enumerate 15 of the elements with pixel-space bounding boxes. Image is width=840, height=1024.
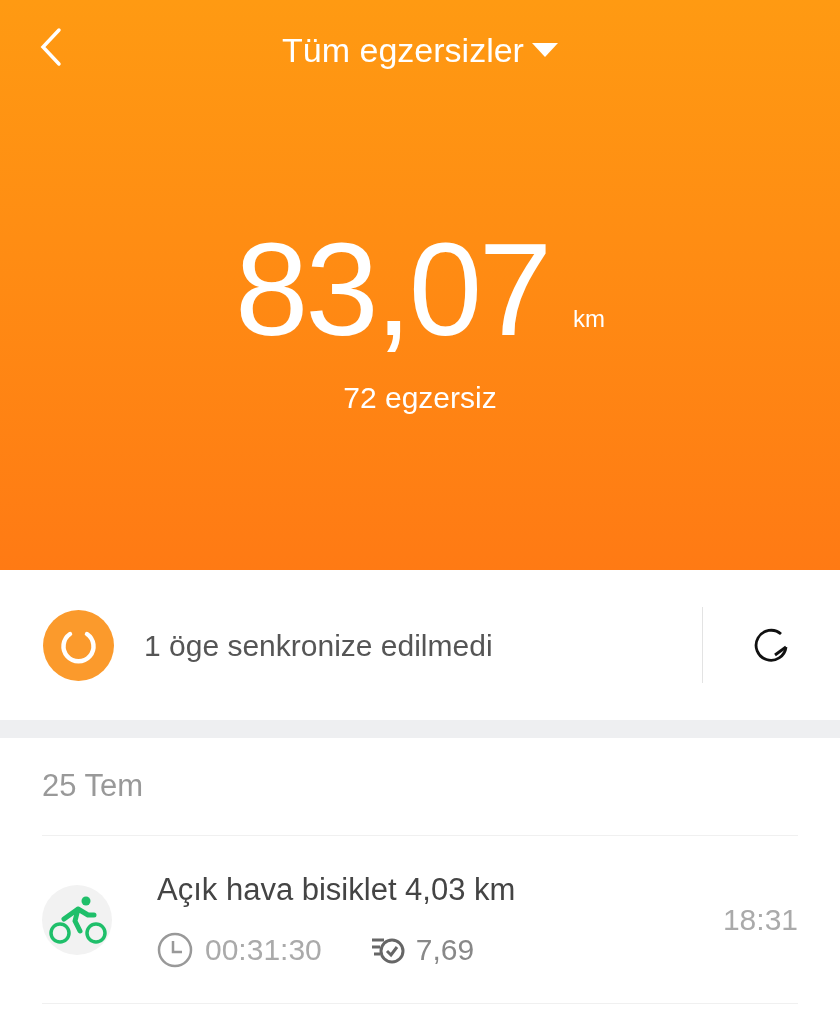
activity-time: 18:31 (722, 902, 798, 938)
activity-title: Açık hava bisiklet 4,03 km (157, 870, 516, 909)
caret-icon (531, 43, 558, 57)
activity-duration: 00:31:30 (205, 932, 322, 969)
date-heading: 25 Tem (42, 767, 144, 806)
sync-icon (43, 609, 114, 681)
sync-message: 1 öge senkronize edilmedi (144, 627, 493, 664)
distance-unit: km (572, 304, 605, 334)
cyclist-icon (42, 884, 112, 955)
total-distance: 83,07 (235, 225, 549, 355)
workout-count: 72 egzersiz (343, 380, 497, 416)
back-icon (39, 27, 63, 67)
clock-icon (157, 931, 193, 968)
activity-row[interactable]: Açık hava bisiklet 4,03 km 00:31:30 7,69 18:31 (42, 836, 798, 1004)
activity-pace: 7,69 (415, 932, 475, 969)
